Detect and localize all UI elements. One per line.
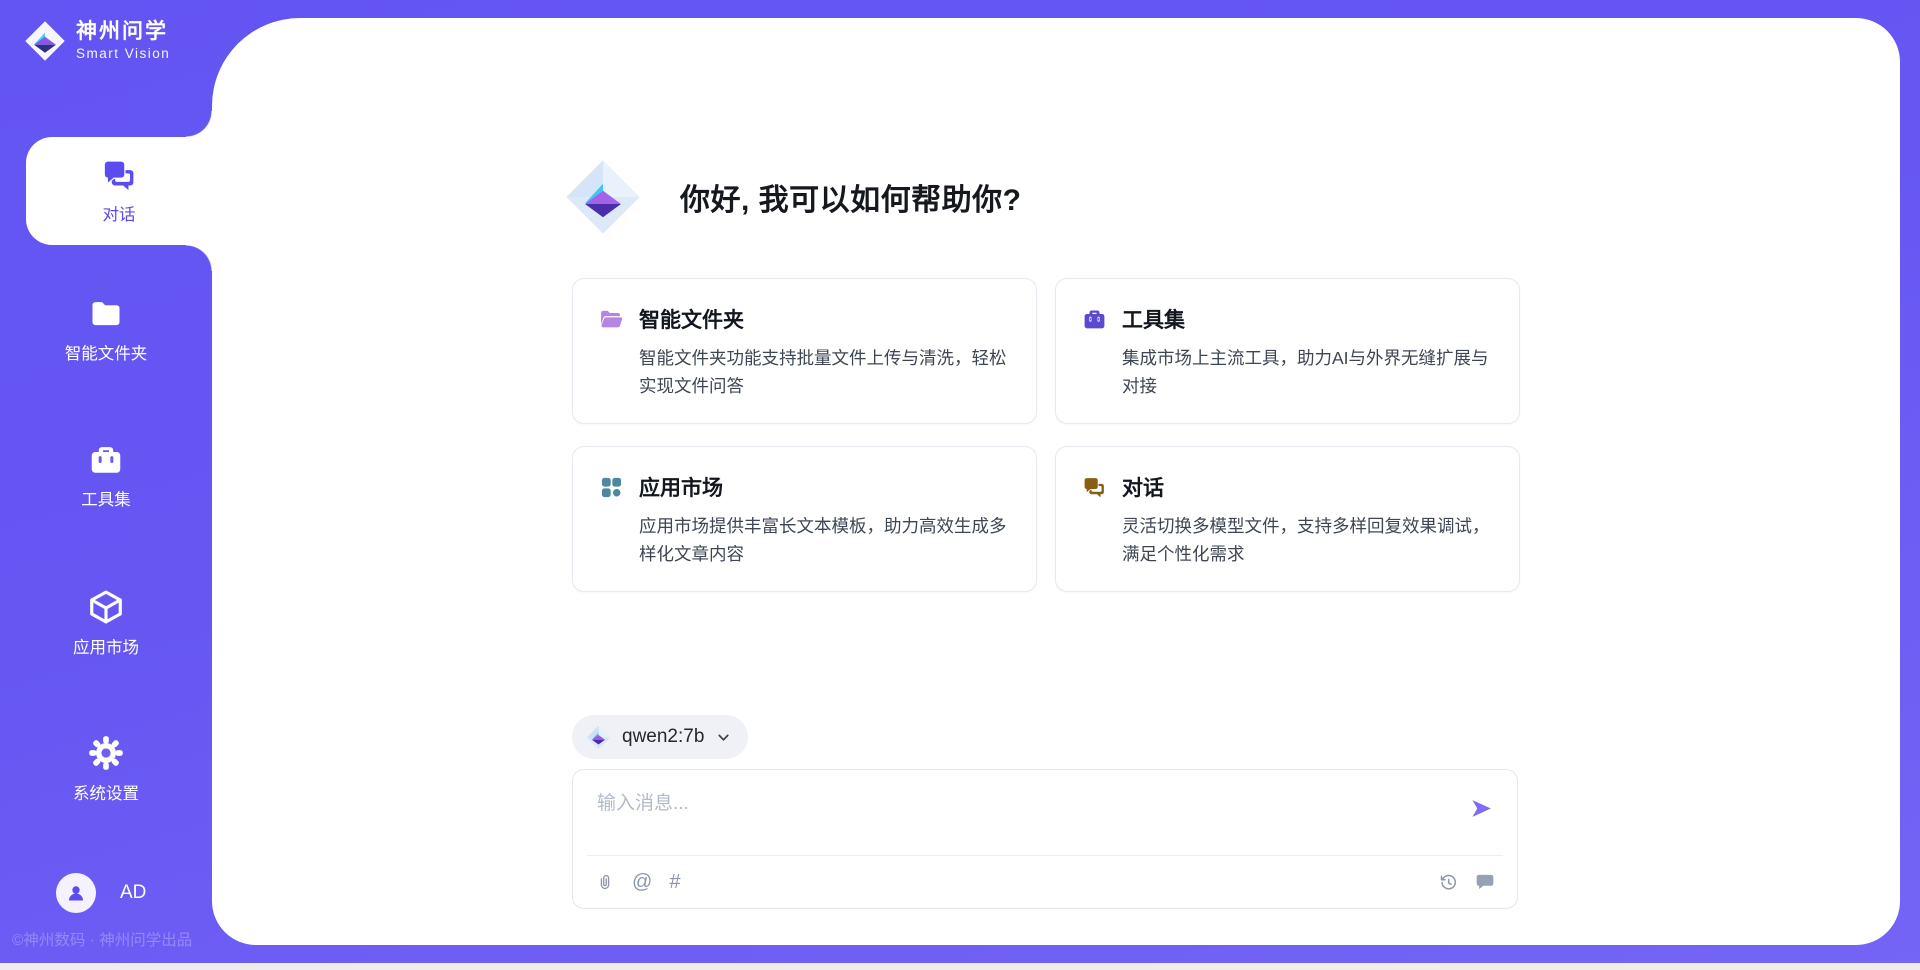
card-chat[interactable]: 对话 灵活切换多模型文件，支持多样回复效果调试，满足个性化需求 [1055, 446, 1520, 592]
main-content-surface: 你好, 我可以如何帮助你? 智能文件夹 智能文件夹功能支持批量文件上传与清洗，轻… [212, 18, 1900, 945]
brand-name: 神州问学 [76, 20, 170, 44]
card-app-market[interactable]: 应用市场 应用市场提供丰富长文本模板，助力高效生成多样化文章内容 [572, 446, 1037, 592]
feature-cards: 智能文件夹 智能文件夹功能支持批量文件上传与清洗，轻松实现文件问答 工具集 集成… [572, 278, 1520, 592]
grid-icon [599, 475, 624, 500]
topic-button[interactable]: # [669, 872, 680, 892]
sidebar-item-label: 对话 [103, 201, 136, 225]
model-diamond-icon [586, 725, 611, 750]
model-selector[interactable]: qwen2:7b [572, 715, 748, 759]
sidebar-item-label: 系统设置 [73, 780, 139, 804]
sidebar-item-label: 应用市场 [73, 634, 139, 658]
card-description: 智能文件夹功能支持批量文件上传与清洗，轻松实现文件问答 [639, 344, 1010, 400]
send-icon [1470, 797, 1493, 820]
sidebar-item-label: 智能文件夹 [65, 340, 148, 364]
card-title: 对话 [1122, 472, 1164, 502]
card-description: 集成市场上主流工具，助力AI与外界无缝扩展与对接 [1122, 344, 1493, 400]
hero: 你好, 我可以如何帮助你? [564, 158, 1022, 236]
card-description: 灵活切换多模型文件，支持多样回复效果调试，满足个性化需求 [1122, 512, 1493, 568]
card-smart-folder[interactable]: 智能文件夹 智能文件夹功能支持批量文件上传与清洗，轻松实现文件问答 [572, 278, 1037, 424]
card-title: 应用市场 [639, 472, 723, 502]
feedback-button[interactable] [1475, 872, 1495, 892]
paperclip-icon [595, 871, 615, 893]
card-title: 智能文件夹 [639, 304, 744, 334]
person-icon [64, 881, 88, 905]
copyright-footer: ©神州数码 · 神州问学出品 [12, 928, 192, 950]
chat-icon [1082, 475, 1107, 500]
brand-logo: 神州问学 Smart Vision [24, 20, 170, 62]
user-profile[interactable]: AD [56, 873, 146, 913]
history-clock-icon [1438, 872, 1459, 893]
chat-bubble-icon [1475, 872, 1495, 892]
folder-open-icon [599, 307, 624, 332]
history-button[interactable] [1438, 872, 1459, 893]
model-selector-label: qwen2:7b [622, 726, 704, 748]
gear-icon [87, 734, 125, 772]
chevron-down-icon [715, 729, 732, 746]
folder-icon [88, 296, 124, 332]
briefcase-icon [1082, 307, 1107, 332]
send-button[interactable] [1470, 797, 1493, 820]
sidebar: 神州问学 Smart Vision 对话 智能文件夹 工具集 [0, 0, 212, 970]
brand-diamond-logo [564, 158, 642, 236]
at-icon: @ [632, 872, 652, 892]
message-composer: @ # [572, 769, 1518, 909]
hash-icon: # [669, 872, 680, 892]
brand-subtitle: Smart Vision [76, 46, 170, 62]
horizontal-scrollbar[interactable] [0, 963, 1920, 970]
greeting-title: 你好, 我可以如何帮助你? [680, 175, 1022, 219]
briefcase-icon [88, 442, 124, 478]
mention-button[interactable]: @ [632, 872, 652, 892]
brand-diamond-icon [24, 20, 66, 62]
cube-icon [87, 588, 125, 626]
avatar [56, 873, 96, 913]
composer-toolbar: @ # [595, 856, 1495, 908]
attach-file-button[interactable] [595, 871, 615, 893]
card-title: 工具集 [1122, 304, 1185, 334]
sidebar-item-toolset[interactable]: 工具集 [0, 442, 212, 510]
sidebar-item-settings[interactable]: 系统设置 [0, 734, 212, 804]
user-initials: AD [120, 882, 146, 904]
sidebar-item-chat[interactable]: 对话 [26, 137, 212, 245]
sidebar-item-smart-folder[interactable]: 智能文件夹 [0, 296, 212, 364]
message-input[interactable] [595, 786, 1445, 844]
card-toolset[interactable]: 工具集 集成市场上主流工具，助力AI与外界无缝扩展与对接 [1055, 278, 1520, 424]
chat-icon [101, 157, 138, 194]
sidebar-item-app-market[interactable]: 应用市场 [0, 588, 212, 658]
sidebar-item-label: 工具集 [81, 486, 131, 510]
card-description: 应用市场提供丰富长文本模板，助力高效生成多样化文章内容 [639, 512, 1010, 568]
